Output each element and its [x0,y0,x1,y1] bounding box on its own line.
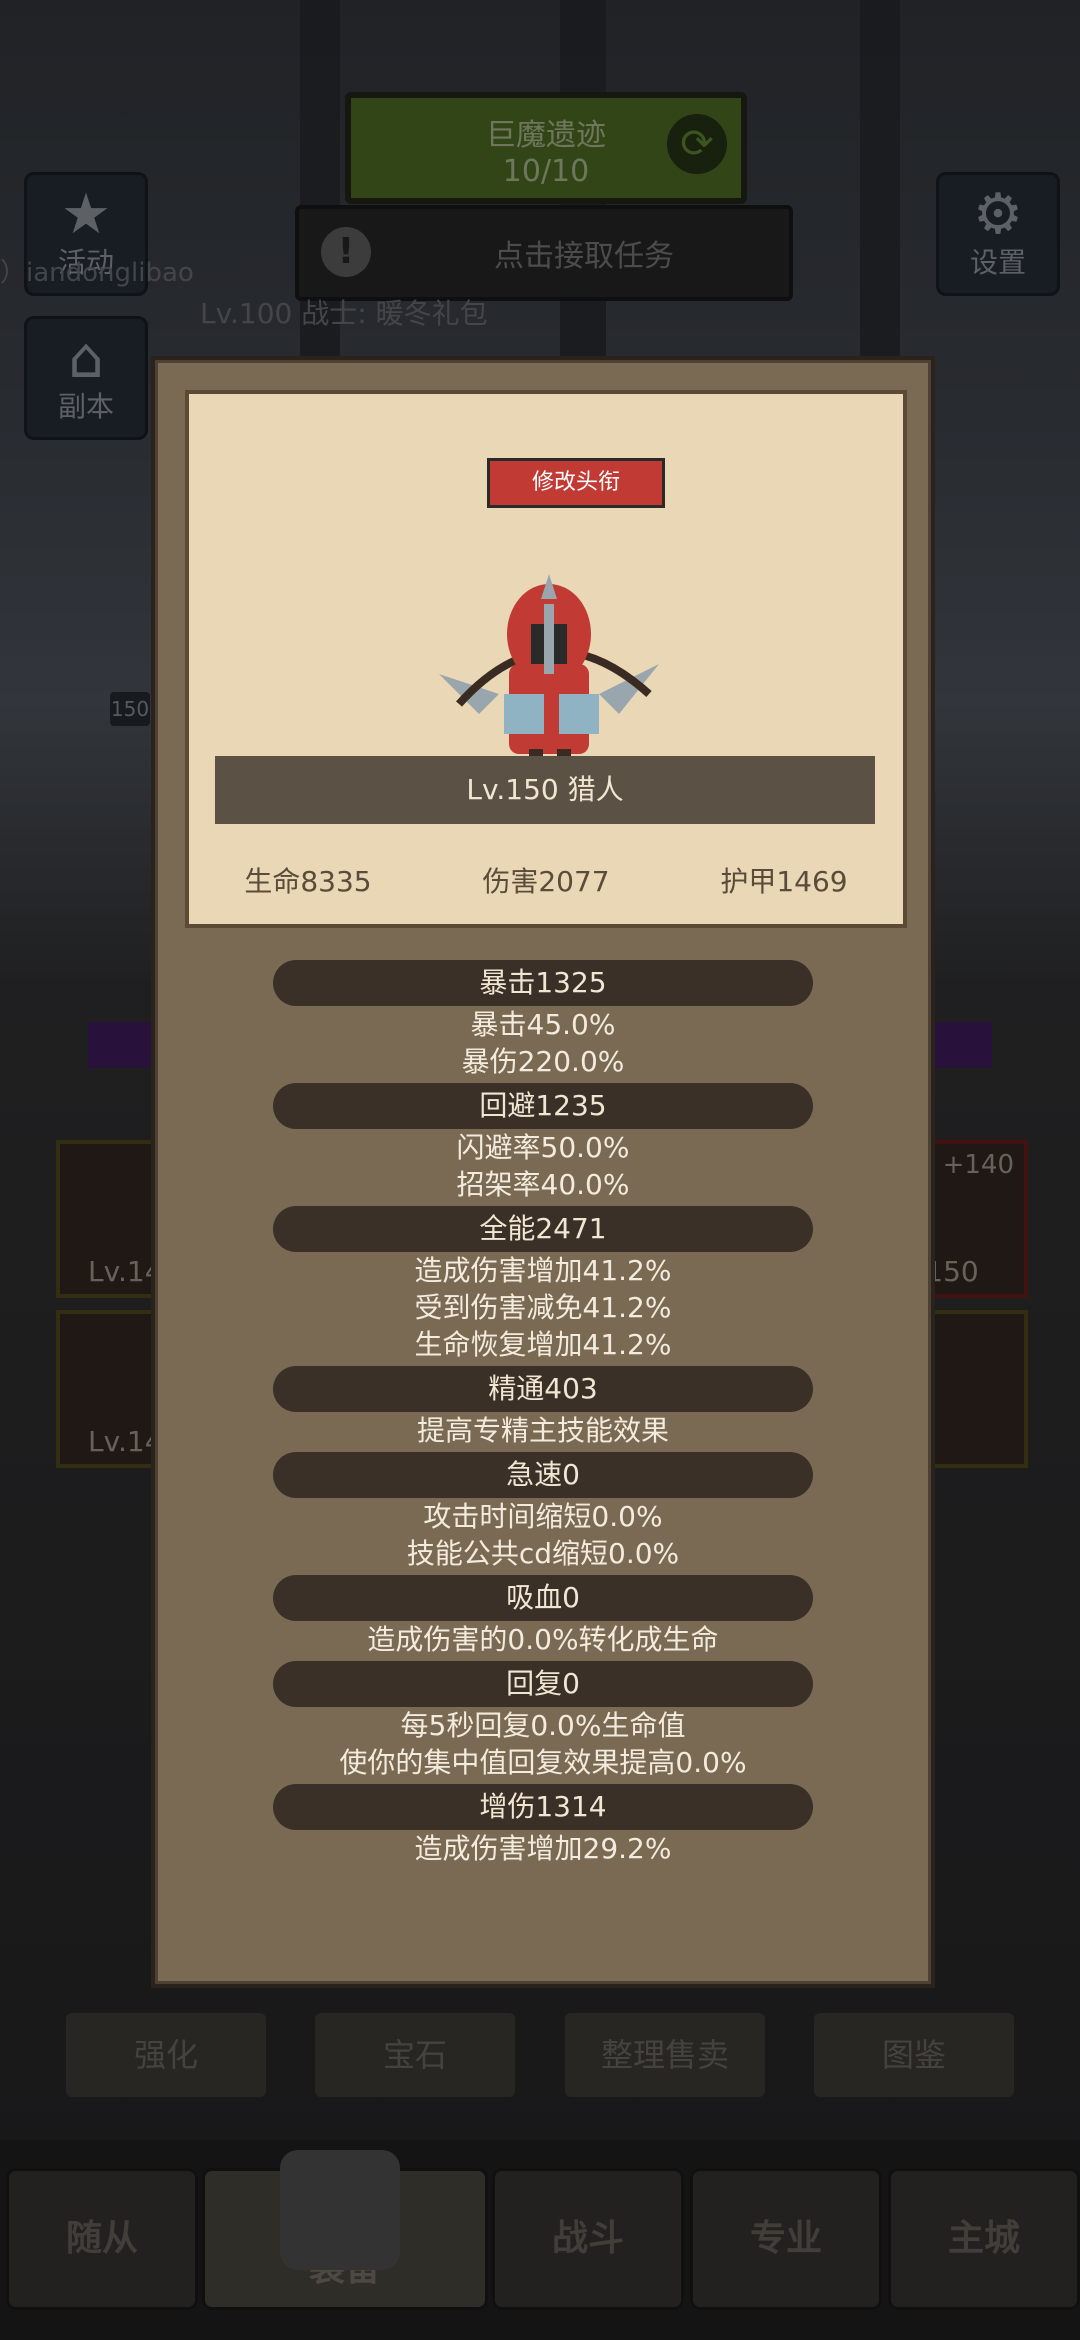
stat-hp: 生命8335 [244,865,372,898]
stat-header: 暴击1325 [273,960,813,1006]
stat-damage: 伤害2077 [482,865,610,898]
stat-header: 吸血0 [273,1575,813,1621]
stat-line: 每5秒回复0.0%生命值 [400,1709,686,1742]
stat-header: 回复0 [273,1661,813,1707]
change-title-button[interactable]: 修改头衔 [487,458,665,508]
stat-armor: 护甲1469 [720,865,848,898]
stat-group-versatility: 全能2471 造成伤害增加41.2% 受到伤害减免41.2% 生命恢复增加41.… [155,1206,931,1363]
stat-line: 提高专精主技能效果 [416,1414,669,1447]
stat-line: 造成伤害的0.0%转化成生命 [367,1623,719,1656]
base-stats: 生命8335 伤害2077 护甲1469 [189,860,903,900]
stat-line: 生命恢复增加41.2% [414,1328,672,1361]
stat-line: 受到伤害减免41.2% [414,1291,672,1324]
stat-group-regen: 回复0 每5秒回复0.0%生命值 使你的集中值回复效果提高0.0% [155,1661,931,1781]
stat-line: 造成伤害增加29.2% [414,1832,672,1865]
hero-card: 修改头衔 Lv.150 猎人 生命8335 伤害2077 护甲1469 [185,390,907,928]
stat-line: 攻击时间缩短0.0% [423,1500,663,1533]
stat-group-lifesteal: 吸血0 造成伤害的0.0%转化成生命 [155,1575,931,1658]
stat-group-avoidance: 回避1235 闪避率50.0% 招架率40.0% [155,1083,931,1203]
stat-header: 精通403 [273,1366,813,1412]
stat-header: 急速0 [273,1452,813,1498]
stat-group-crit: 暴击1325 暴击45.0% 暴伤220.0% [155,960,931,1080]
stat-group-mastery: 精通403 提高专精主技能效果 [155,1366,931,1449]
stat-line: 闪避率50.0% [456,1131,630,1164]
attribute-list: 暴击1325 暴击45.0% 暴伤220.0% 回避1235 闪避率50.0% … [155,960,931,1870]
hero-name-bar: Lv.150 猎人 [215,756,875,824]
stat-line: 招架率40.0% [456,1168,630,1201]
stat-group-haste: 急速0 攻击时间缩短0.0% 技能公共cd缩短0.0% [155,1452,931,1572]
character-detail-popup: 修改头衔 Lv.150 猎人 生命8335 伤害2077 护甲1469 暴击13… [151,356,935,1988]
hunter-avatar-icon [439,574,659,779]
stat-header: 全能2471 [273,1206,813,1252]
stat-line: 暴伤220.0% [461,1045,625,1078]
stat-line: 使你的集中值回复效果提高0.0% [339,1746,747,1779]
stat-line: 暴击45.0% [470,1008,616,1041]
stat-header: 回避1235 [273,1083,813,1129]
stat-header: 增伤1314 [273,1784,813,1830]
stat-line: 造成伤害增加41.2% [414,1254,672,1287]
stat-line: 技能公共cd缩短0.0% [406,1537,680,1570]
stat-group-damage-bonus: 增伤1314 造成伤害增加29.2% [155,1784,931,1867]
